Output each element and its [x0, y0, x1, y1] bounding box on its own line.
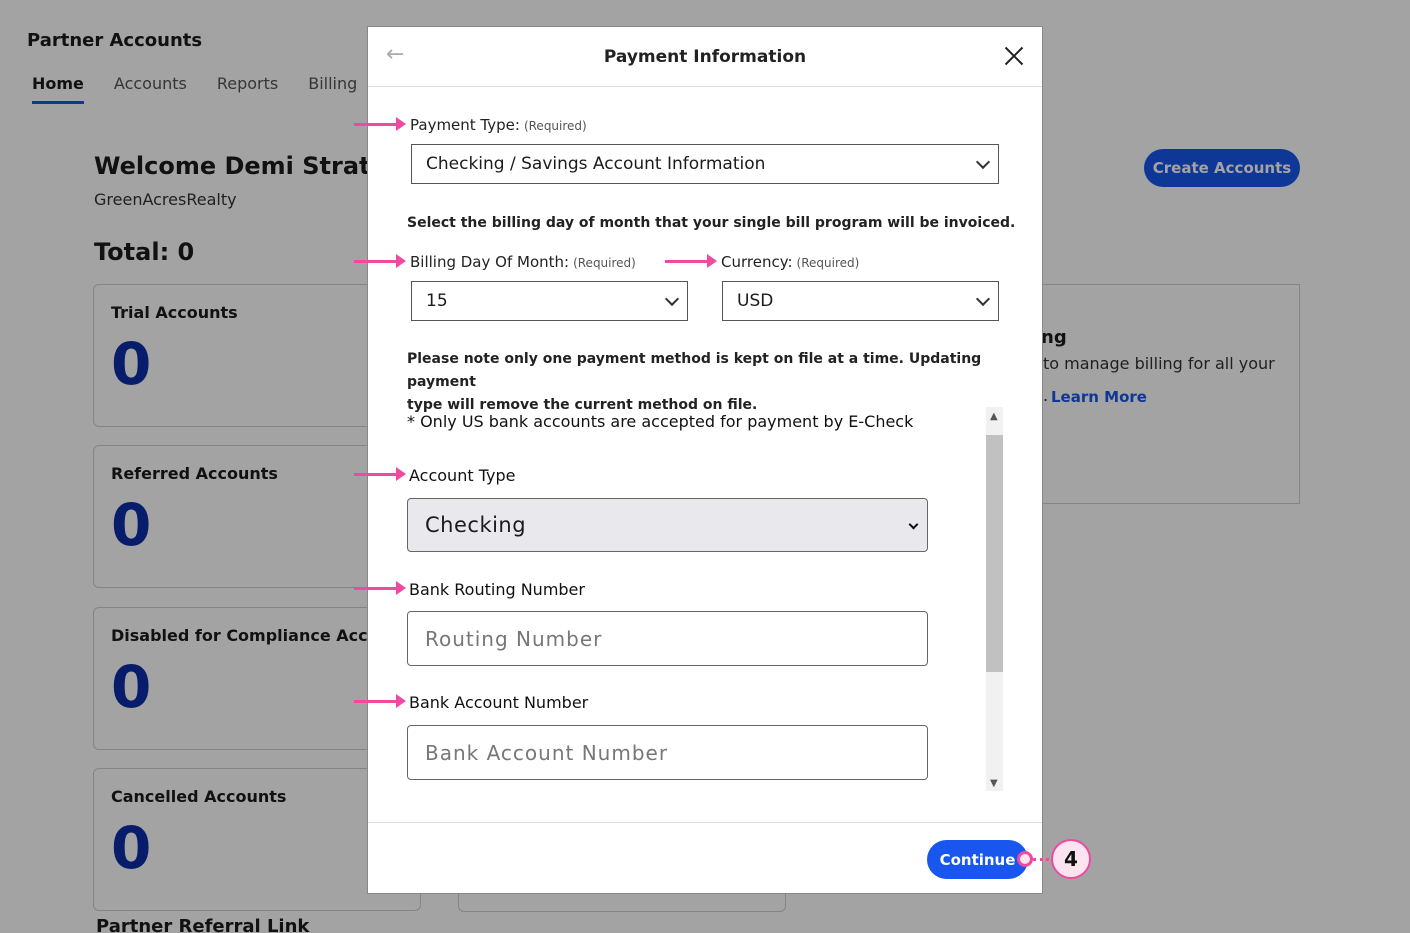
annotation-arrow — [354, 117, 406, 131]
chevron-down-icon — [664, 291, 680, 307]
bank-form-scroll-area[interactable]: * Only US bank accounts are accepted for… — [407, 407, 1004, 791]
account-number-input[interactable]: Bank Account Number — [407, 725, 928, 780]
modal-header: ← Payment Information — [368, 27, 1042, 87]
close-icon[interactable] — [1001, 43, 1027, 69]
scroll-down-icon[interactable]: ▼ — [990, 778, 998, 789]
currency-label: Currency: (Required) — [721, 253, 859, 271]
billing-day-label-text: Billing Day Of Month: — [410, 253, 570, 271]
account-type-value: Checking — [425, 513, 527, 537]
payment-type-value: Checking / Savings Account Information — [426, 154, 766, 174]
currency-label-text: Currency: — [721, 253, 793, 271]
annotation-arrow — [354, 467, 406, 481]
modal-title: Payment Information — [603, 47, 807, 67]
annotation-arrow — [665, 254, 717, 268]
payment-type-select[interactable]: Checking / Savings Account Information — [411, 144, 999, 184]
routing-number-label: Bank Routing Number — [409, 580, 585, 599]
form-scrollbar[interactable]: ▲ ▼ — [986, 407, 1003, 791]
account-number-label: Bank Account Number — [409, 693, 589, 712]
payment-type-label: Payment Type: (Required) — [410, 116, 587, 134]
echeck-note: * Only US bank accounts are accepted for… — [407, 412, 914, 431]
payment-type-label-text: Payment Type: — [410, 116, 520, 134]
required-tag: (Required) — [573, 256, 636, 270]
step-number-badge: 4 — [1051, 839, 1091, 879]
annotation-arrow — [354, 581, 406, 595]
chevron-down-icon — [908, 519, 919, 530]
required-tag: (Required) — [796, 256, 860, 270]
billing-day-value: 15 — [426, 291, 448, 311]
billing-day-label: Billing Day Of Month: (Required) — [410, 253, 636, 271]
account-type-select[interactable]: Checking — [407, 498, 928, 552]
continue-button[interactable]: Continue — [927, 840, 1028, 879]
required-tag: (Required) — [523, 119, 587, 133]
payment-method-note-line1: Please note only one payment method is k… — [407, 351, 982, 390]
scrollbar-thumb[interactable] — [986, 435, 1003, 672]
scroll-up-icon[interactable]: ▲ — [990, 411, 998, 422]
annotation-dot — [1017, 851, 1033, 867]
modal-footer: Continue — [368, 822, 1042, 894]
currency-select[interactable]: USD — [722, 281, 999, 321]
billing-day-select[interactable]: 15 — [411, 281, 688, 321]
routing-number-input[interactable]: Routing Number — [407, 611, 928, 666]
annotation-arrow — [354, 254, 406, 268]
currency-value: USD — [737, 291, 774, 311]
billing-day-note: Select the billing day of month that you… — [407, 215, 1016, 231]
account-type-label: Account Type — [409, 466, 516, 485]
annotation-arrow — [354, 694, 406, 708]
chevron-down-icon — [975, 154, 991, 170]
payment-information-modal: ← Payment Information Payment Type: (Requ… — [367, 26, 1043, 894]
chevron-down-icon — [975, 291, 991, 307]
